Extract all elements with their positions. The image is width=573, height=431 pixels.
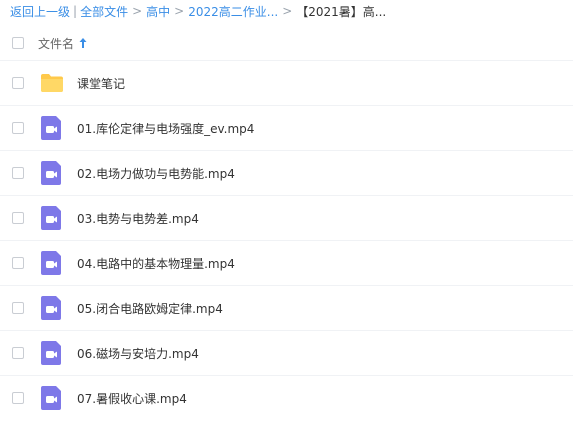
list-item[interactable]: 01.库伦定律与电场强度_ev.mp4 (0, 105, 573, 150)
list-item[interactable]: 04.电路中的基本物理量.mp4 (0, 240, 573, 285)
list-header: 文件名 (0, 26, 573, 60)
file-name[interactable]: 06.磁场与安培力.mp4 (77, 345, 199, 362)
breadcrumb-all-files[interactable]: 全部文件 (80, 3, 128, 20)
file-name[interactable]: 03.电势与电势差.mp4 (77, 210, 199, 227)
sort-ascending-icon (79, 38, 87, 48)
breadcrumb-separator: > (132, 4, 143, 18)
breadcrumb-level1[interactable]: 高中 (146, 3, 170, 20)
breadcrumb: 返回上一级 | 全部文件 > 高中 > 2022高二作业... > 【2021暑… (10, 2, 386, 20)
file-name[interactable]: 05.闭合电路欧姆定律.mp4 (77, 300, 223, 317)
file-name[interactable]: 07.暑假收心课.mp4 (77, 390, 187, 407)
breadcrumb-separator: > (282, 4, 293, 18)
row-checkbox[interactable] (12, 77, 24, 89)
list-item[interactable]: 05.闭合电路欧姆定律.mp4 (0, 285, 573, 330)
breadcrumb-divider: | (73, 4, 78, 18)
video-icon (41, 206, 61, 230)
row-checkbox[interactable] (12, 392, 24, 404)
video-icon (41, 386, 61, 410)
row-checkbox[interactable] (12, 302, 24, 314)
list-item[interactable]: 课堂笔记 (0, 60, 573, 105)
list-item[interactable]: 02.电场力做功与电势能.mp4 (0, 150, 573, 195)
row-checkbox[interactable] (12, 257, 24, 269)
folder-icon (41, 74, 63, 92)
video-icon (41, 161, 61, 185)
file-name[interactable]: 01.库伦定律与电场强度_ev.mp4 (77, 120, 254, 137)
list-item[interactable]: 06.磁场与安培力.mp4 (0, 330, 573, 375)
row-checkbox[interactable] (12, 212, 24, 224)
file-name[interactable]: 02.电场力做功与电势能.mp4 (77, 165, 235, 182)
list-item[interactable]: 07.暑假收心课.mp4 (0, 375, 573, 420)
sort-by-name[interactable]: 文件名 (38, 35, 88, 52)
breadcrumb-current: 【2021暑】高... (296, 4, 387, 19)
breadcrumb-separator: > (174, 4, 185, 18)
file-list: 课堂笔记 01.库伦定律与电场强度_ev.mp4 02.电场力做功与电势能.mp… (0, 60, 573, 420)
video-icon (41, 341, 61, 365)
file-browser: 返回上一级 | 全部文件 > 高中 > 2022高二作业... > 【2021暑… (0, 0, 573, 431)
name-column-label: 文件名 (38, 36, 75, 51)
file-name[interactable]: 04.电路中的基本物理量.mp4 (77, 255, 235, 272)
file-name[interactable]: 课堂笔记 (77, 75, 125, 92)
video-icon (41, 296, 61, 320)
row-checkbox[interactable] (12, 122, 24, 134)
breadcrumb-level2[interactable]: 2022高二作业... (188, 3, 278, 20)
video-icon (41, 116, 61, 140)
row-checkbox[interactable] (12, 167, 24, 179)
video-icon (41, 251, 61, 275)
select-all-checkbox[interactable] (12, 37, 24, 49)
back-link[interactable]: 返回上一级 (10, 3, 70, 20)
list-item[interactable]: 03.电势与电势差.mp4 (0, 195, 573, 240)
row-checkbox[interactable] (12, 347, 24, 359)
